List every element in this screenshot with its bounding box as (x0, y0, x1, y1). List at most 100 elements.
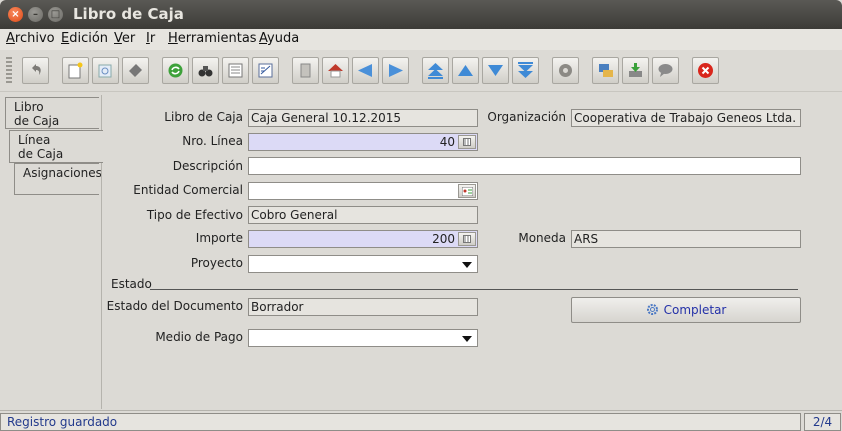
workflow-icon (559, 64, 572, 77)
down-icon (488, 65, 503, 76)
close-window-icon (698, 63, 713, 78)
chevron-down-icon (462, 336, 472, 342)
up-button[interactable] (452, 57, 479, 84)
business-partner-icon (462, 187, 473, 196)
payment-method-label: Medio de Pago (155, 330, 243, 344)
next-button[interactable] (382, 57, 409, 84)
doc-status-field[interactable]: Borrador (248, 298, 478, 316)
menu-bar: Archivo Edición Ver Ir Herramientas Ayud… (0, 29, 842, 50)
cash-type-field[interactable]: Cobro General (248, 206, 478, 224)
complete-button[interactable]: Completar (571, 297, 801, 323)
menu-ayuda[interactable]: Ayuda (259, 31, 299, 46)
description-field[interactable] (248, 157, 801, 175)
status-message: Registro guardado (0, 413, 801, 431)
new-record-button[interactable] (62, 57, 89, 84)
workflow-button[interactable] (552, 57, 579, 84)
undo-icon (32, 64, 41, 75)
chat-button[interactable] (652, 57, 679, 84)
payment-method-select[interactable] (248, 329, 478, 347)
line-no-value: 40 (439, 135, 455, 149)
gear-icon (646, 304, 658, 315)
project-label: Proyecto (190, 256, 243, 270)
down-button[interactable] (482, 57, 509, 84)
delete-record-button[interactable] (122, 57, 149, 84)
home-button[interactable] (322, 57, 349, 84)
business-partner-label: Entidad Comercial (133, 183, 243, 197)
amount-label: Importe (195, 231, 243, 245)
line-no-field[interactable]: 40 (248, 133, 478, 151)
tab-linea-de-caja-line2: de Caja (18, 147, 64, 161)
status-section-title: Estado (111, 277, 152, 291)
previous-button[interactable] (352, 57, 379, 84)
print-button[interactable] (592, 57, 619, 84)
project-select[interactable] (248, 255, 478, 273)
find-icon (198, 66, 213, 77)
complete-button-label: Completar (663, 303, 727, 317)
description-label: Descripción (172, 159, 243, 173)
amount-value: 200 (432, 232, 455, 246)
refresh-icon (168, 63, 183, 78)
toolbar-grip[interactable] (6, 57, 12, 85)
toolbar (0, 52, 842, 92)
find-button[interactable] (192, 57, 219, 84)
attachment-button[interactable] (292, 57, 319, 84)
report-icon (258, 63, 273, 78)
cash-journal-field[interactable]: Caja General 10.12.2015 (248, 109, 478, 127)
close-window-button[interactable]: × (8, 7, 23, 22)
delete-record-icon (129, 64, 142, 77)
tab-linea-de-caja[interactable]: Línea de Caja (9, 130, 103, 163)
print-icon (599, 64, 613, 77)
report-button[interactable] (252, 57, 279, 84)
next-icon (389, 64, 403, 77)
last-button[interactable] (512, 57, 539, 84)
cash-journal-label: Libro de Caja (164, 110, 243, 124)
calculator-icon (463, 235, 471, 243)
undo-button[interactable] (22, 57, 49, 84)
menu-archivo[interactable]: Archivo (6, 31, 55, 46)
menu-ver[interactable]: Ver (114, 31, 135, 46)
first-icon (428, 63, 443, 79)
copy-record-button[interactable] (92, 57, 119, 84)
export-button[interactable] (622, 57, 649, 84)
tab-libro-de-caja-line1: Libro (14, 100, 44, 114)
tab-asignaciones[interactable]: Asignaciones (14, 163, 102, 195)
home-icon (328, 64, 343, 78)
chat-icon (658, 64, 673, 77)
previous-icon (358, 64, 372, 77)
record-counter[interactable]: 2/4 (804, 413, 841, 431)
last-icon (518, 62, 533, 78)
doc-status-label: Estado del Documento (106, 299, 243, 313)
history-button[interactable] (222, 57, 249, 84)
window-title: Libro de Caja (73, 5, 184, 23)
calculator-button[interactable] (458, 135, 476, 149)
menu-ir[interactable]: Ir (146, 31, 155, 46)
amount-field[interactable]: 200 (248, 230, 478, 248)
currency-field[interactable]: ARS (571, 230, 801, 248)
title-bar: × – □ Libro de Caja (0, 0, 842, 29)
menu-herramientas[interactable]: Herramientas (168, 31, 257, 46)
status-section-divider (150, 289, 798, 290)
organization-label: Organización (487, 110, 566, 124)
tab-asignaciones-label: Asignaciones (23, 166, 102, 180)
first-button[interactable] (422, 57, 449, 84)
status-bar: Registro guardado 2/4 (0, 410, 842, 431)
up-icon (458, 65, 473, 76)
tab-linea-de-caja-line1: Línea (18, 133, 51, 147)
business-partner-field[interactable] (248, 182, 478, 200)
tab-libro-de-caja-line2: de Caja (14, 114, 60, 128)
business-partner-lookup-button[interactable] (458, 184, 476, 198)
copy-record-icon (98, 64, 112, 78)
amount-calculator-button[interactable] (458, 232, 476, 246)
chevron-down-icon (462, 262, 472, 268)
maximize-window-button[interactable]: □ (48, 7, 63, 22)
organization-field[interactable]: Cooperativa de Trabajo Geneos Ltda. (571, 109, 801, 127)
line-no-label: Nro. Línea (182, 134, 243, 148)
export-icon (629, 63, 642, 77)
calculator-icon (463, 138, 471, 146)
close-window-button-toolbar[interactable] (692, 57, 719, 84)
minimize-window-button[interactable]: – (28, 7, 43, 22)
new-record-icon (68, 62, 83, 79)
menu-edicion[interactable]: Edición (61, 31, 108, 46)
refresh-button[interactable] (162, 57, 189, 84)
tab-libro-de-caja[interactable]: Libro de Caja (5, 97, 99, 129)
